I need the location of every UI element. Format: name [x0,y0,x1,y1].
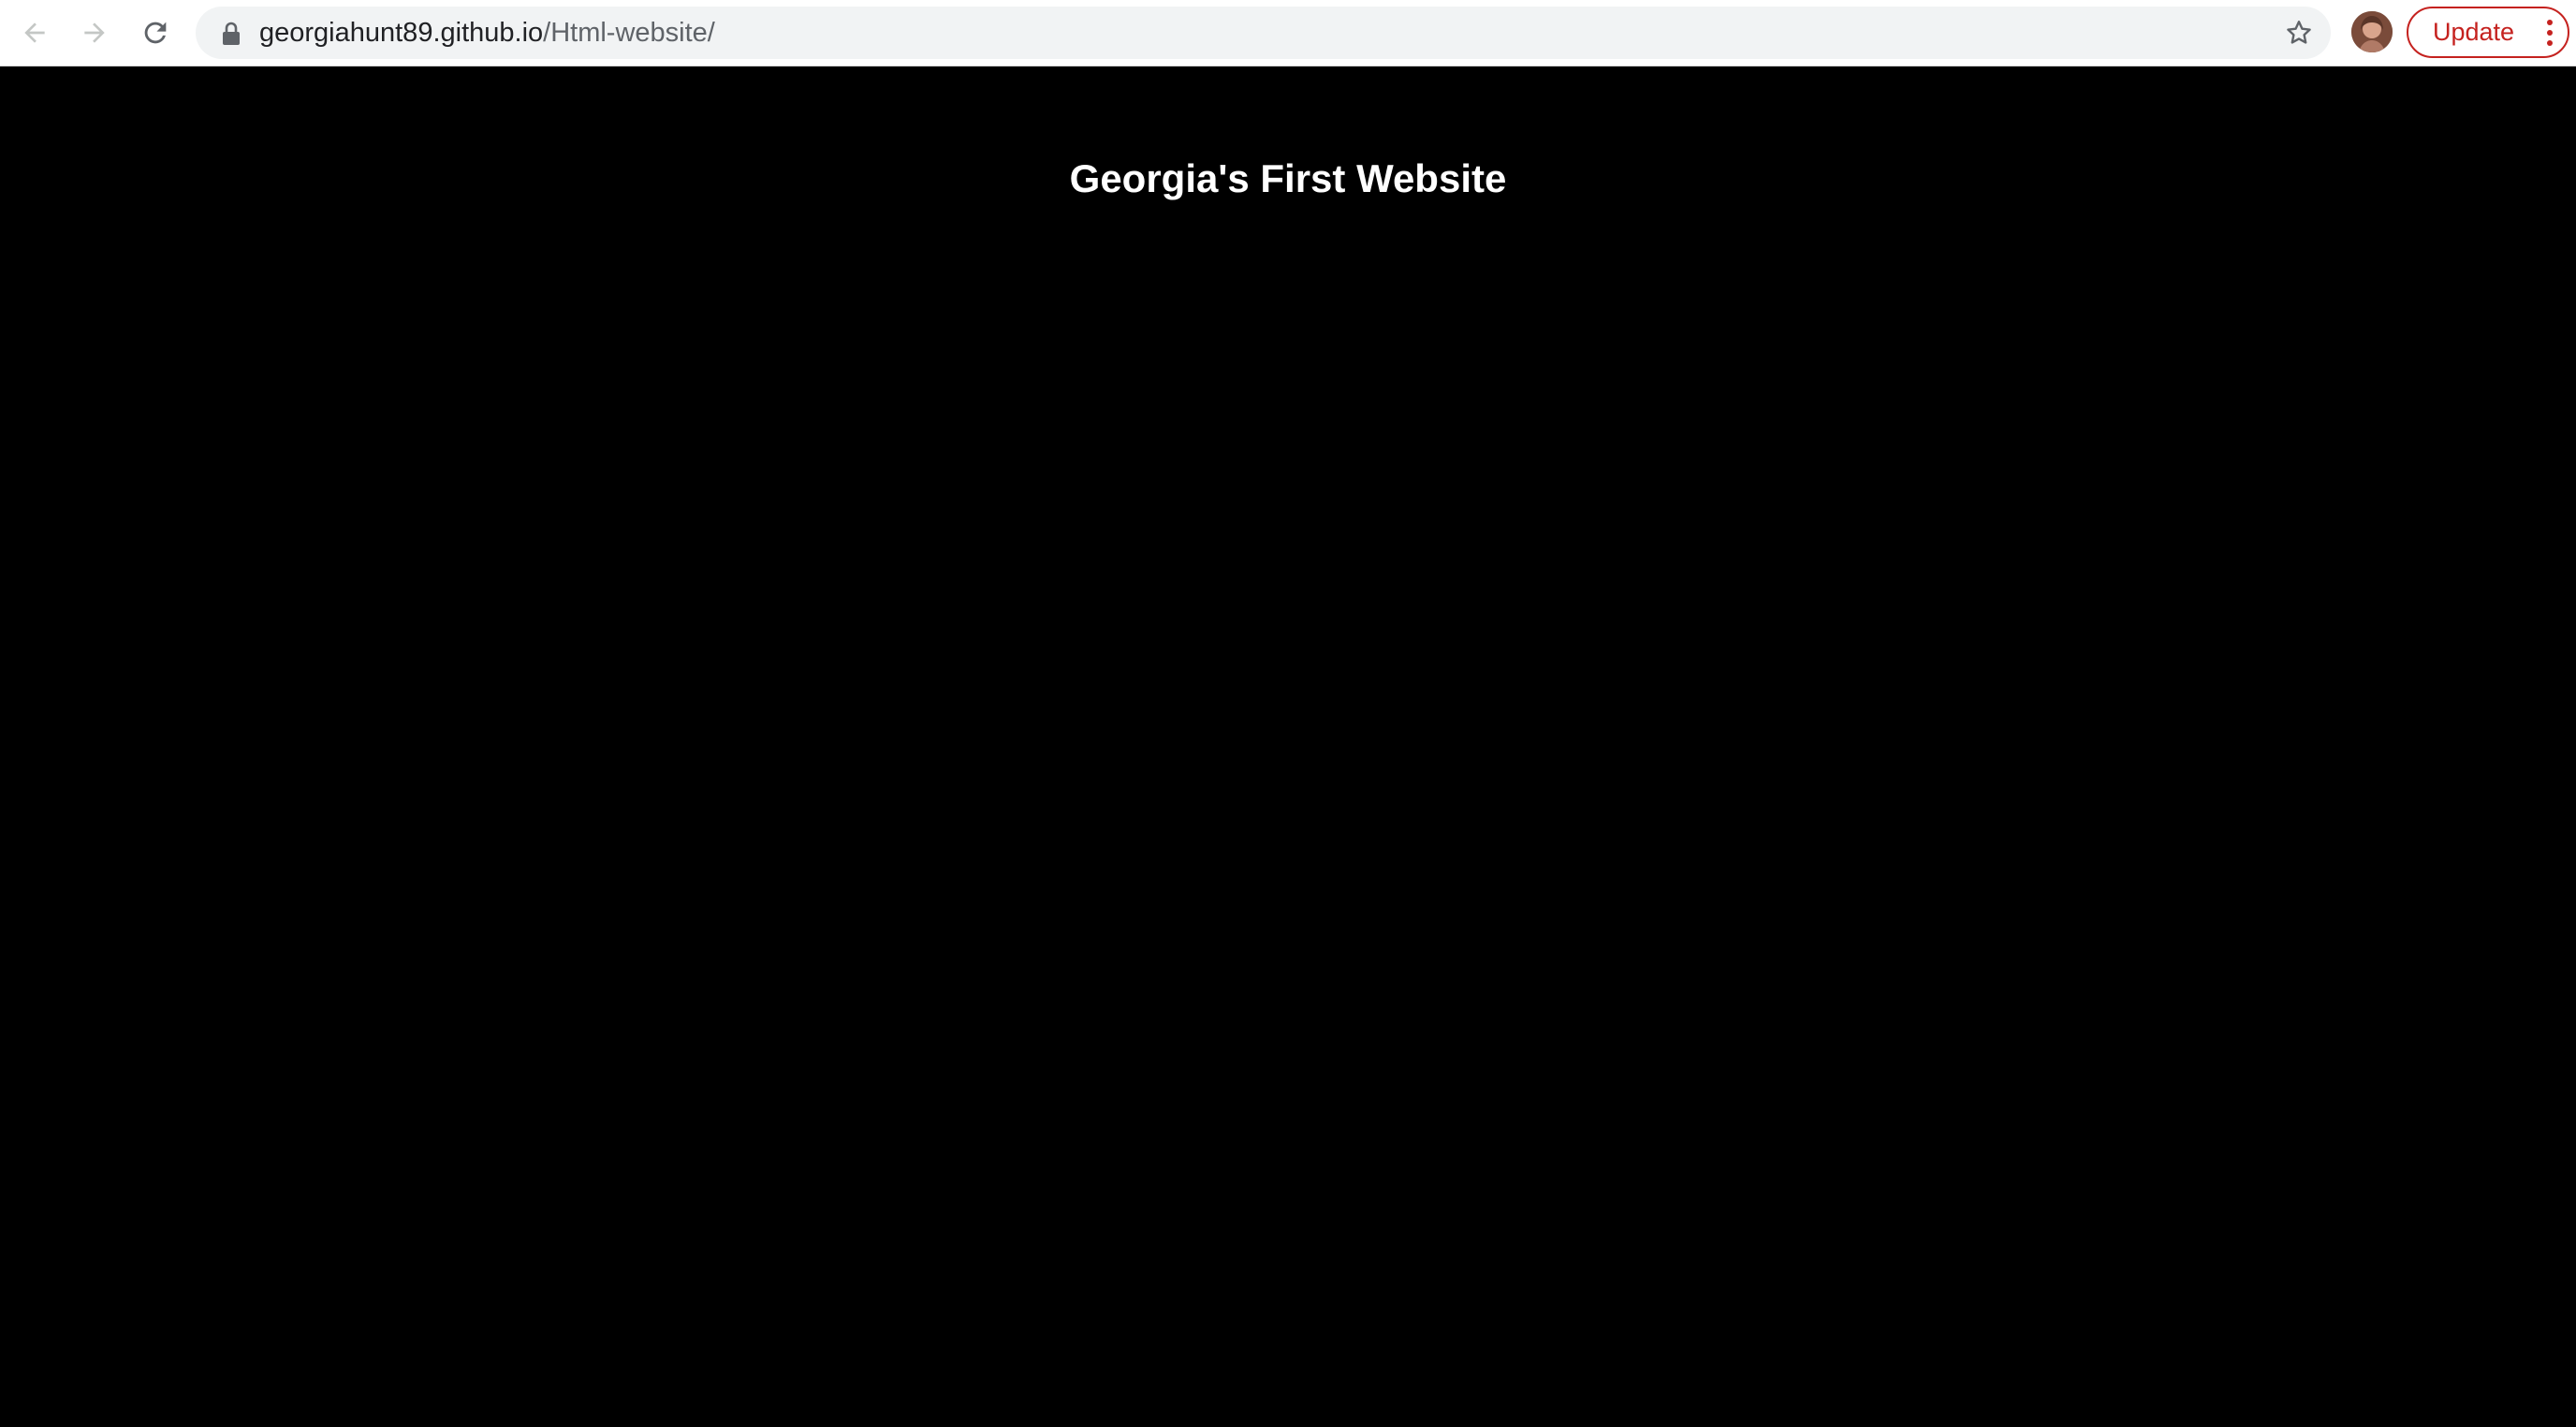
page-content: Georgia's First Website [0,67,2576,1427]
star-icon[interactable] [2284,18,2314,48]
browser-toolbar: georgiahunt89.github.io/Html-website/ Up… [0,0,2576,66]
kebab-menu-icon[interactable] [2543,18,2556,48]
page-title: Georgia's First Website [1069,156,1507,200]
update-button[interactable]: Update [2407,7,2569,58]
forward-button[interactable] [71,9,118,56]
avatar-image [2351,11,2393,52]
profile-avatar[interactable] [2351,11,2393,52]
reload-icon [144,22,167,44]
reload-button[interactable] [132,9,179,56]
url-path: /Html-website/ [543,18,715,48]
lock-icon[interactable] [220,22,242,46]
url-host: georgiahunt89.github.io [259,18,544,48]
url-text: georgiahunt89.github.io/Html-website/ [259,7,715,59]
address-bar[interactable]: georgiahunt89.github.io/Html-website/ [196,7,2331,59]
update-label: Update [2433,18,2515,46]
back-button[interactable] [11,9,58,56]
arrow-right-icon [84,22,105,43]
arrow-left-icon [24,22,45,43]
